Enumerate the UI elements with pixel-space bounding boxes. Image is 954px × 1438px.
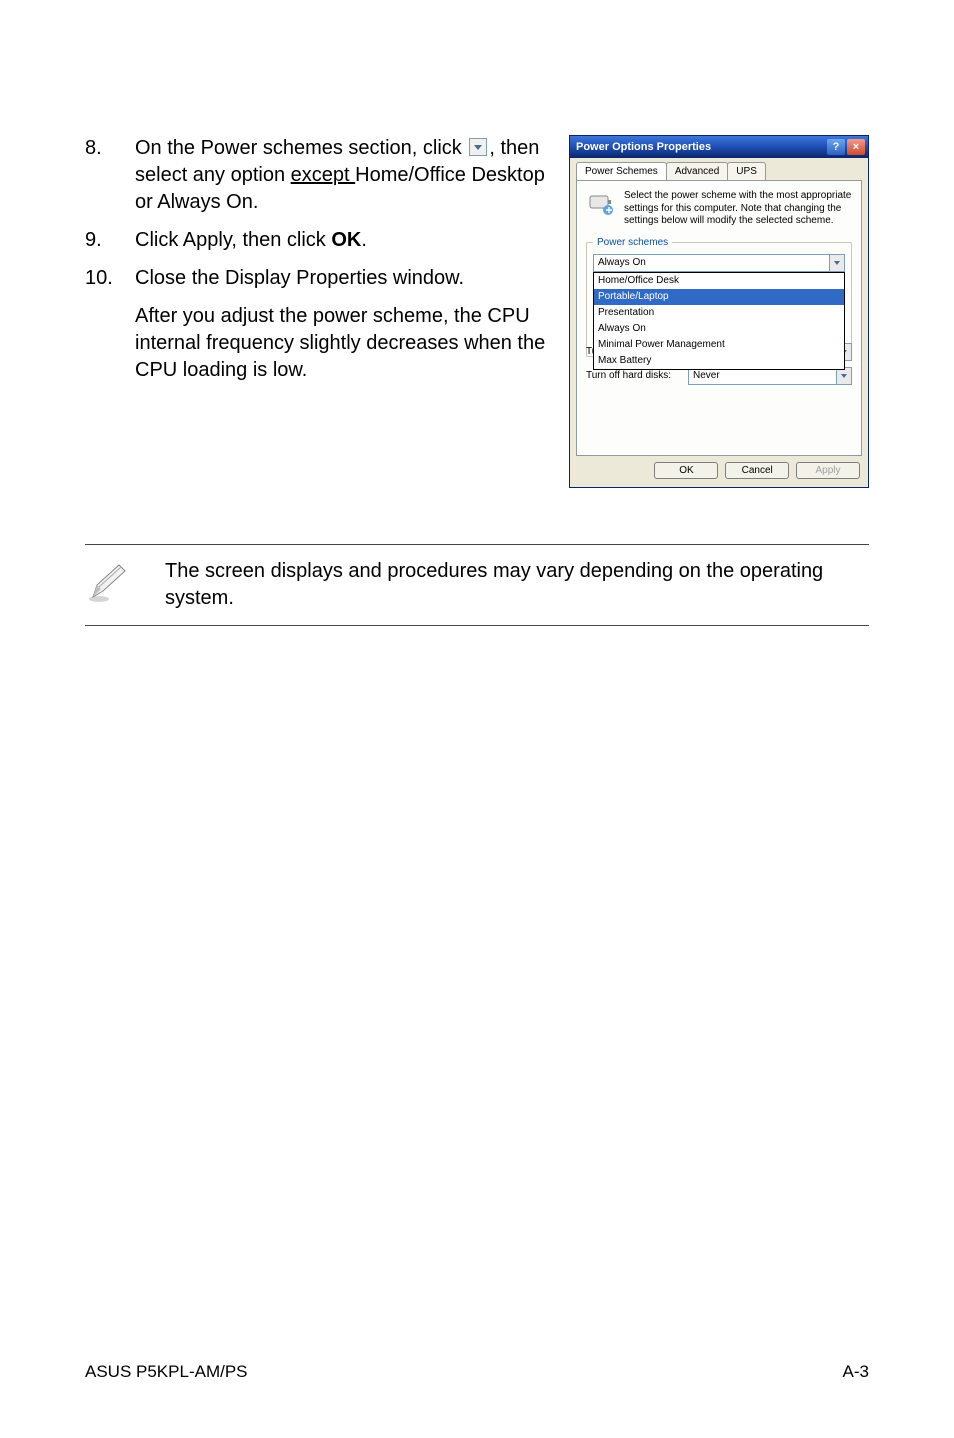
- dropdown-arrow-icon: [469, 138, 487, 156]
- scheme-dropdown-list[interactable]: Home/Office Desk Portable/Laptop Present…: [593, 272, 845, 370]
- step-bold: OK: [331, 229, 361, 251]
- scheme-option[interactable]: Max Battery: [594, 353, 844, 369]
- power-schemes-fieldset: Power schemes Always On Home/Office Desk…: [586, 237, 852, 357]
- tab-row: Power Schemes Advanced UPS: [570, 158, 868, 180]
- step-text-pre: Click Apply, then click: [135, 229, 331, 251]
- scheme-option[interactable]: Home/Office Desk: [594, 273, 844, 289]
- tab-advanced[interactable]: Advanced: [666, 162, 728, 180]
- titlebar: Power Options Properties ? ×: [570, 136, 868, 158]
- dialog-title: Power Options Properties: [576, 141, 825, 153]
- step-number: 10.: [85, 265, 135, 292]
- page-footer: ASUS P5KPL-AM/PS A-3: [85, 1362, 869, 1382]
- scheme-option[interactable]: Always On: [594, 321, 844, 337]
- disks-label: Turn off hard disks:: [586, 370, 682, 381]
- disks-value: Never: [693, 370, 720, 381]
- tab-content: Select the power scheme with the most ap…: [576, 180, 862, 456]
- step-body: Close the Display Properties window.: [135, 265, 547, 292]
- footer-right: A-3: [843, 1362, 869, 1382]
- cancel-button[interactable]: Cancel: [725, 462, 789, 479]
- note-text: The screen displays and procedures may v…: [165, 558, 869, 612]
- after-paragraph: After you adjust the power scheme, the C…: [135, 303, 547, 384]
- chevron-down-icon: [829, 255, 844, 271]
- step-text-pre: On the Power schemes section, click: [135, 137, 467, 159]
- step-9: 9. Click Apply, then click OK.: [85, 227, 547, 254]
- description-row: Select the power scheme with the most ap…: [586, 190, 852, 228]
- tab-power-schemes[interactable]: Power Schemes: [576, 162, 667, 180]
- button-row: OK Cancel Apply: [570, 462, 868, 487]
- scheme-dropdown[interactable]: Always On: [593, 254, 845, 272]
- footer-left: ASUS P5KPL-AM/PS: [85, 1362, 248, 1382]
- close-button[interactable]: ×: [847, 139, 865, 155]
- step-8: 8. On the Power schemes section, click ,…: [85, 135, 547, 216]
- dialog-description: Select the power scheme with the most ap…: [624, 190, 852, 228]
- scheme-selected: Always On: [598, 257, 646, 268]
- step-number: 8.: [85, 135, 135, 162]
- step-underlined: except: [291, 164, 355, 186]
- ok-button[interactable]: OK: [654, 462, 718, 479]
- note-block: The screen displays and procedures may v…: [85, 544, 869, 626]
- steps-list: 8. On the Power schemes section, click ,…: [85, 135, 547, 292]
- step-10: 10. Close the Display Properties window.: [85, 265, 547, 292]
- step-body: Click Apply, then click OK.: [135, 227, 547, 254]
- scheme-option[interactable]: Presentation: [594, 305, 844, 321]
- scheme-option[interactable]: Minimal Power Management: [594, 337, 844, 353]
- step-body: On the Power schemes section, click , th…: [135, 135, 547, 216]
- apply-button[interactable]: Apply: [796, 462, 860, 479]
- help-button[interactable]: ?: [827, 139, 845, 155]
- pencil-note-icon: [85, 558, 129, 605]
- chevron-down-icon: [836, 368, 851, 384]
- battery-icon: [586, 190, 616, 220]
- step-text-post: .: [361, 229, 367, 251]
- fieldset-legend: Power schemes: [593, 237, 672, 248]
- step-number: 9.: [85, 227, 135, 254]
- scheme-option-selected[interactable]: Portable/Laptop: [594, 289, 844, 305]
- power-options-dialog: Power Options Properties ? × Power Schem…: [569, 135, 869, 488]
- tab-ups[interactable]: UPS: [727, 162, 766, 180]
